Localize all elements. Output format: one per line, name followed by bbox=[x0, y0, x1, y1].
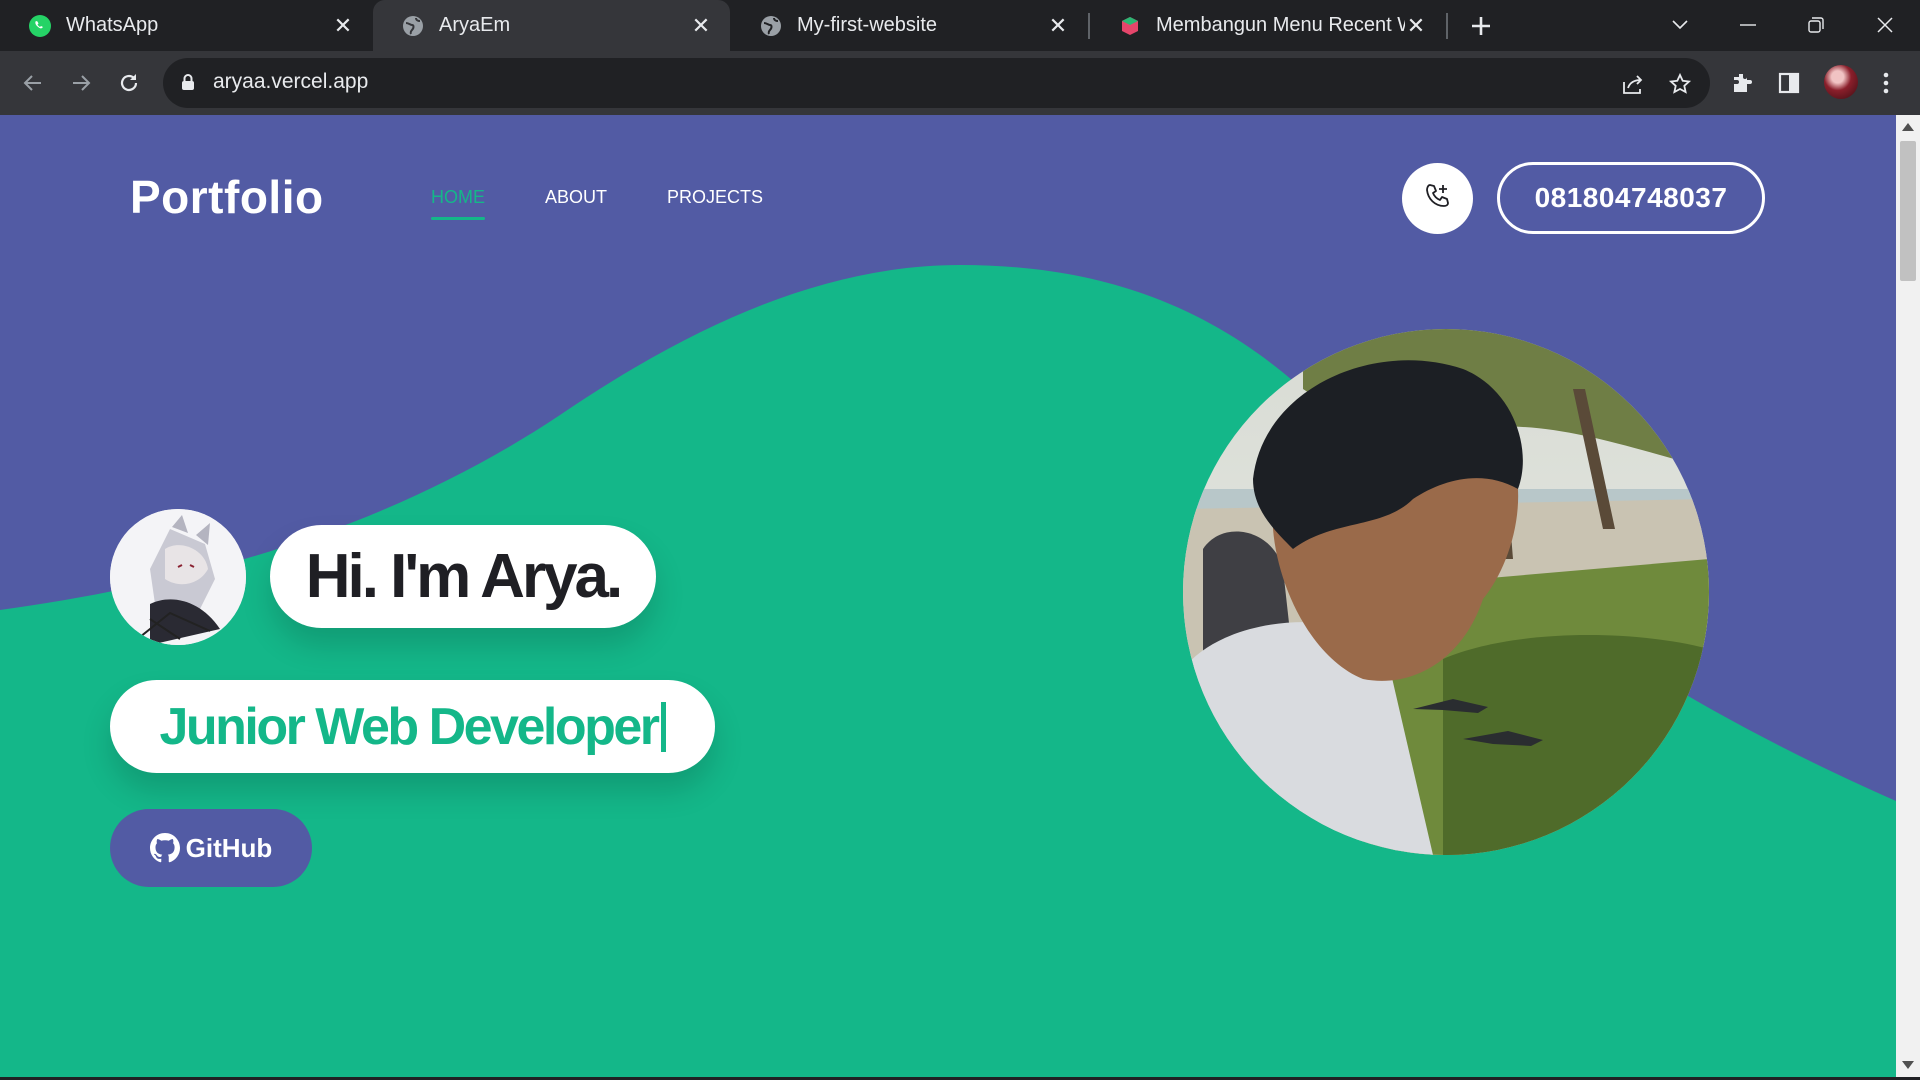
page-scrollbar[interactable] bbox=[1896, 115, 1920, 1077]
tab-whatsapp[interactable]: WhatsApp ✕ bbox=[0, 0, 372, 51]
profile-photo bbox=[1183, 329, 1709, 855]
phone-plus-icon bbox=[1423, 181, 1453, 216]
phone-number-button[interactable]: 081804748037 bbox=[1497, 162, 1765, 234]
tab-divider bbox=[1446, 13, 1448, 39]
restore-icon[interactable] bbox=[1796, 8, 1836, 42]
scroll-down-arrow-icon[interactable] bbox=[1902, 1061, 1914, 1069]
avatar bbox=[110, 509, 246, 645]
tab-title: Membangun Menu Recent Work bbox=[1156, 14, 1405, 36]
github-label: GitHub bbox=[185, 832, 273, 863]
github-button[interactable]: GitHub bbox=[110, 809, 312, 887]
nav-projects[interactable]: PROJECTS bbox=[667, 187, 763, 220]
tab-title: My-first-website bbox=[797, 14, 938, 36]
site-logo[interactable]: Portfolio bbox=[130, 170, 324, 224]
scroll-up-arrow-icon[interactable] bbox=[1902, 123, 1914, 131]
forward-icon[interactable] bbox=[63, 65, 99, 101]
tab-aryaem[interactable]: AryaEm ✕ bbox=[373, 0, 730, 51]
tab-close-icon[interactable]: ✕ bbox=[690, 13, 712, 38]
reload-icon[interactable] bbox=[111, 65, 147, 101]
github-icon bbox=[149, 833, 180, 863]
typing-cursor bbox=[660, 701, 666, 752]
main-nav: HOME ABOUT PROJECTS bbox=[431, 187, 823, 220]
role-text: Junior Web Developer bbox=[159, 697, 660, 756]
share-icon[interactable] bbox=[1619, 70, 1647, 98]
tab-close-icon[interactable]: ✕ bbox=[1047, 13, 1069, 38]
greeting-heading: Hi. I'm Arya. bbox=[270, 525, 656, 628]
side-panel-icon[interactable] bbox=[1771, 65, 1807, 101]
tab-strip: WhatsApp ✕ AryaEm ✕ My-first-website ✕ M… bbox=[0, 0, 1920, 51]
profile-avatar[interactable] bbox=[1824, 65, 1858, 99]
bookmark-star-icon[interactable] bbox=[1666, 70, 1694, 98]
browser-toolbar: aryaa.vercel.app bbox=[0, 51, 1920, 115]
globe-icon bbox=[401, 14, 425, 38]
scrollbar-thumb[interactable] bbox=[1900, 141, 1916, 281]
page-viewport: Portfolio HOME ABOUT PROJECTS 0818047480… bbox=[0, 115, 1896, 1077]
address-bar[interactable]: aryaa.vercel.app bbox=[163, 58, 1710, 108]
nav-home[interactable]: HOME bbox=[431, 187, 485, 220]
tab-title: WhatsApp bbox=[66, 14, 159, 36]
url-text: aryaa.vercel.app bbox=[213, 70, 369, 93]
more-menu-icon[interactable] bbox=[1868, 65, 1904, 101]
tab-title: AryaEm bbox=[439, 14, 511, 36]
back-icon[interactable] bbox=[15, 65, 51, 101]
close-window-icon[interactable] bbox=[1865, 8, 1905, 42]
tab-my-first-website[interactable]: My-first-website ✕ bbox=[731, 0, 1087, 51]
role-heading: Junior Web Developer bbox=[110, 680, 715, 773]
minimize-icon[interactable] bbox=[1728, 8, 1768, 42]
tab-search-chevron-icon[interactable] bbox=[1660, 8, 1700, 42]
lock-icon[interactable] bbox=[181, 73, 195, 96]
tab-close-icon[interactable]: ✕ bbox=[332, 13, 354, 38]
whatsapp-icon bbox=[28, 14, 52, 38]
extensions-icon[interactable] bbox=[1724, 65, 1760, 101]
new-tab-icon[interactable] bbox=[1465, 10, 1497, 42]
globe-icon bbox=[759, 14, 783, 38]
nav-about[interactable]: ABOUT bbox=[545, 187, 607, 220]
tab-membangun-menu[interactable]: Membangun Menu Recent Work ✕ bbox=[1090, 0, 1445, 51]
phone-call-button[interactable] bbox=[1402, 163, 1473, 234]
site-favicon-icon bbox=[1118, 14, 1142, 38]
tab-close-icon[interactable]: ✕ bbox=[1405, 13, 1427, 38]
